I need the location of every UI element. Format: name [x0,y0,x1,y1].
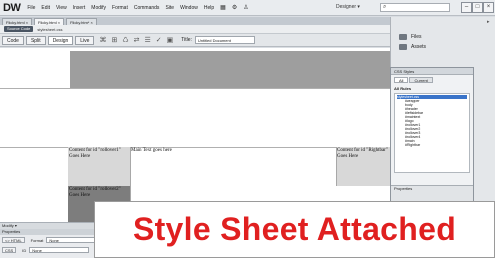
document-toolbar: Code Split Design Live ⌘ ⊞ ♺ ⇄ ☰ ✓ ▣ Tit… [0,33,390,47]
search-input[interactable]: ⌕ [380,3,450,12]
files-icon [399,34,407,40]
rollover1-text[interactable]: Content for id "rollover1" Goes Here [69,148,129,160]
caption-banner: Style Sheet Attached [94,201,495,258]
tab-all[interactable]: All [394,77,409,83]
css-panel-tabs: All Current [394,77,473,83]
close-button[interactable]: × [483,2,494,13]
css-rule[interactable]: #Rightbar [397,143,467,147]
app-logo: DW [3,1,21,14]
menu-commands[interactable]: Commands [131,5,163,11]
id-label: ID [22,247,27,253]
files-label: Files [411,34,422,40]
window-controls: – □ × [461,2,494,13]
document-tab-active[interactable]: Flicky.html × [34,18,65,25]
workspace-switcher[interactable]: Designer ▾ [336,4,360,10]
live-view-button[interactable]: Live [75,35,95,45]
validate-icon[interactable]: ✓ [156,36,162,44]
assets-panel-tab[interactable]: Assets [399,44,426,50]
multiscreen-icon[interactable]: ⌘ [99,36,106,44]
file-management-icon[interactable]: ⇄ [134,36,140,44]
menu-modify[interactable]: Modify [88,5,109,11]
html-mode-button[interactable]: <> HTML [2,237,25,243]
header-div[interactable] [70,51,390,88]
visual-aids-icon[interactable]: ☰ [144,36,150,44]
all-rules-heading: All Rules [394,86,412,91]
dreamweaver-window: DW File Edit View Insert Modify Format C… [0,0,495,258]
menu-help[interactable]: Help [201,5,217,11]
menu-file[interactable]: File [24,5,38,11]
gear-icon[interactable]: ⚙ [229,4,240,11]
document-tab[interactable]: Flicky.htm* × [66,18,97,25]
menu-site[interactable]: Site [162,5,177,11]
split-view-button[interactable]: Split [25,35,46,45]
preview-icon[interactable]: ⊞ [111,36,117,44]
title-input[interactable]: Untitled Document [194,36,255,44]
assets-label: Assets [411,44,427,50]
main-text[interactable]: Main Text goes here [131,148,251,154]
files-panel-tab[interactable]: Files [399,34,422,40]
divider [0,88,390,89]
properties-label: Properties [394,186,413,191]
assets-icon [399,44,407,50]
menu-edit[interactable]: Edit [38,5,53,11]
css-mode-button[interactable]: CSS [2,247,17,253]
title-label: Title: [181,37,192,43]
menu-format[interactable]: Format [109,5,131,11]
menu-insert[interactable]: Insert [70,5,89,11]
maximize-button[interactable]: □ [472,2,483,13]
rollover2-text[interactable]: Content for id "rollover2" Goes Here [69,187,129,199]
related-file-link[interactable]: stylesheet.css [37,27,62,32]
tab-current[interactable]: Current [409,77,433,83]
rightbar-text[interactable]: Content for id "Rightbar" Goes Here [337,148,389,160]
css-panel-title[interactable]: CSS Styles [391,68,473,75]
source-code-button[interactable]: Source Code [4,26,34,32]
menu-bar: DW File Edit View Insert Modify Format C… [0,0,495,16]
document-tab-bar: Flicky.html × Flicky.html × Flicky.htm* … [0,17,390,25]
code-view-button[interactable]: Code [2,35,24,45]
search-icon: ⌕ [383,4,387,10]
document-tab[interactable]: Flicky.html × [2,18,33,25]
id-select[interactable]: None [29,247,90,253]
menu-view[interactable]: View [53,5,70,11]
site-icon[interactable]: ♙ [240,4,251,11]
menu-window[interactable]: Window [177,5,201,11]
design-view-button[interactable]: Design [47,35,74,45]
caption-text: Style Sheet Attached [132,211,457,247]
format-label: Format [30,237,44,243]
related-files-bar: Source Code stylesheet.css [0,25,390,33]
browser-check-icon[interactable]: ▣ [167,36,174,44]
minimize-button[interactable]: – [461,2,472,13]
css-styles-panel: CSS Styles All Current All Rules stylesh… [390,67,474,209]
refresh-icon[interactable]: ♺ [122,36,128,44]
layout-icon[interactable]: ▦ [217,4,229,11]
css-rule-tree: stylesheet.css #wrapper body #header #le… [394,93,470,173]
collapse-icon[interactable]: ▸ [487,19,490,25]
